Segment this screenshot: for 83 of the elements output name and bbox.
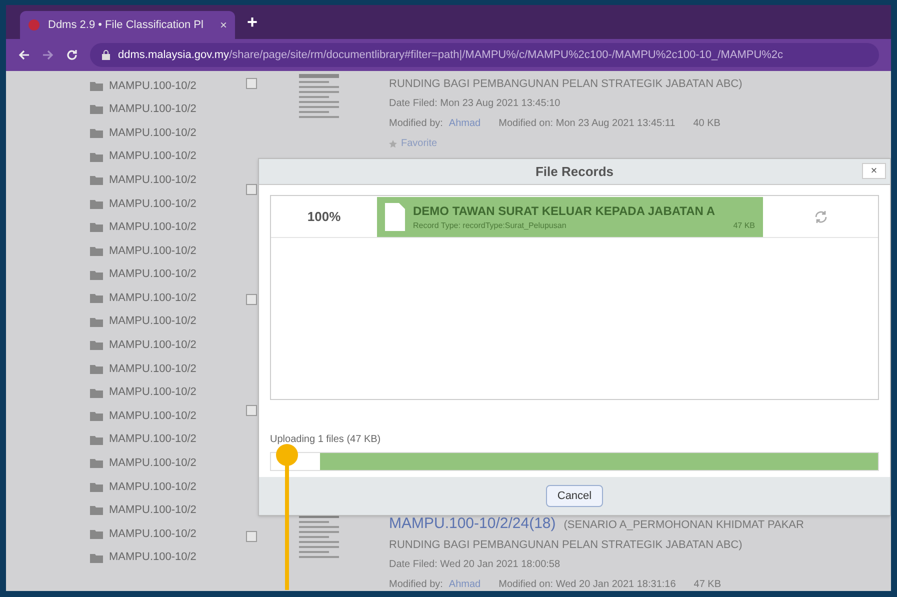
folder-item[interactable]: MAMPU.100-10/2 xyxy=(109,172,196,188)
folder-icon xyxy=(90,80,103,91)
folder-icon xyxy=(90,246,103,256)
user-link[interactable]: Ahmad xyxy=(448,114,481,134)
folder-item[interactable]: MAMPU.100-10/2 xyxy=(109,242,196,260)
folder-icon xyxy=(90,552,103,563)
lock-icon xyxy=(102,50,110,60)
upload-status: Uploading 1 files (47 KB) xyxy=(270,433,382,447)
file-size: 47 KB xyxy=(694,578,722,591)
modified-by-label: Modified by: xyxy=(389,578,443,591)
folder-item[interactable]: MAMPU.100-10/2 xyxy=(109,266,196,283)
record-title: (SENARIO A_PERMOHONAN KHIDMAT PAKAR xyxy=(564,518,804,533)
star-icon xyxy=(389,140,397,148)
folder-item[interactable]: MAMPU.100-10/2 xyxy=(109,384,196,401)
folder-item[interactable]: MAMPU.100-10/2 xyxy=(109,313,196,330)
folder-item[interactable]: MAMPU.100-10/2 xyxy=(109,219,196,236)
folder-icon xyxy=(90,364,103,374)
file-icon xyxy=(385,202,405,230)
record-type: Record Type: recordType:Surat_Pelupusan xyxy=(413,220,566,232)
upload-percent: 100% xyxy=(306,208,342,226)
browser-tab[interactable]: Ddms 2.9 • File Classification Pl × xyxy=(20,11,235,39)
folder-item[interactable]: MAMPU.100-10/2 xyxy=(109,502,196,519)
file-name: DEMO TAWAN SURAT KELUAR KEPADA JABATAN A xyxy=(413,202,716,220)
folder-item[interactable]: MAMPU.100-10/2 xyxy=(109,549,196,566)
folder-item[interactable]: MAMPU.100-10/2 xyxy=(109,408,196,424)
site-icon xyxy=(28,19,40,31)
folder-icon xyxy=(90,482,103,492)
user-link[interactable]: Ahmad xyxy=(448,575,481,591)
folder-icon xyxy=(90,340,103,350)
folder-item[interactable]: MAMPU.100-10/2 xyxy=(109,196,196,212)
folder-item[interactable]: MAMPU.100-10/2 xyxy=(109,78,196,94)
refresh-icon[interactable] xyxy=(814,210,828,224)
folder-icon xyxy=(90,458,103,468)
close-tab-button[interactable]: × xyxy=(220,16,227,34)
folder-icon xyxy=(90,175,103,186)
cancel-button[interactable]: Cancel xyxy=(546,485,603,507)
folder-item[interactable]: MAMPU.100-10/2 xyxy=(109,526,196,542)
new-tab-button[interactable]: + xyxy=(247,8,258,36)
checkbox[interactable] xyxy=(246,294,257,305)
record-link[interactable]: MAMPU.100-10/2/24(18) xyxy=(389,514,556,534)
folder-icon xyxy=(90,529,103,540)
folder-icon xyxy=(90,128,103,138)
close-button[interactable]: × xyxy=(862,163,886,179)
folder-icon xyxy=(90,411,103,422)
folder-icon xyxy=(90,198,103,209)
checkbox[interactable] xyxy=(246,531,257,542)
folder-item[interactable]: MAMPU.100-10/2 xyxy=(109,360,196,378)
url-text: ddms.malaysia.gov.my/share/page/site/rm/documentlibrary#filter=path|/MAMPU%/c/MAMPU%2c100-/MAMPU%2c100-10_/MAMPU%2c xyxy=(118,48,784,63)
checkbox[interactable] xyxy=(246,405,257,416)
date-filed: Date Filed: Wed 20 Jan 2021 18:00:58 xyxy=(389,558,562,572)
folder-icon xyxy=(90,152,103,162)
folder-icon xyxy=(90,104,103,114)
folder-icon xyxy=(90,434,103,445)
folder-icon xyxy=(90,505,103,516)
folder-icon xyxy=(90,388,103,398)
tab-title: Ddms 2.9 • File Classification Pl xyxy=(48,18,204,33)
address-bar[interactable]: ddms.malaysia.gov.my/share/page/site/rm/documentlibrary#filter=path|/MAMPU%/c/MAMPU%2c100-/MAMPU%2c100-10_/MAMPU%2c xyxy=(90,43,879,67)
folder-icon xyxy=(90,316,103,327)
back-icon[interactable] xyxy=(18,49,30,61)
folder-item[interactable]: MAMPU.100-10/2 xyxy=(109,337,196,354)
checkbox[interactable] xyxy=(246,184,257,195)
folder-item[interactable]: MAMPU.100-10/2 xyxy=(109,455,196,472)
folder-item[interactable]: MAMPU.100-10/2 xyxy=(109,148,196,165)
folder-item[interactable]: MAMPU.100-10/2 xyxy=(109,431,196,448)
modified-by-label: Modified by: xyxy=(389,117,443,131)
modified-on: Modified on: Wed 20 Jan 2021 18:31:16 xyxy=(498,578,676,591)
folder-item[interactable]: MAMPU.100-10/2 xyxy=(109,101,196,118)
file-size: 47 KB xyxy=(733,220,755,232)
record-title: RUNDING BAGI PEMBANGUNAN PELAN STRATEGIK JABATAN ABC) xyxy=(389,77,742,92)
folder-item[interactable]: MAMPU.100-10/2 xyxy=(109,290,196,306)
folder-icon xyxy=(90,222,103,232)
checkbox[interactable] xyxy=(246,78,257,89)
folder-item[interactable]: MAMPU.100-10/2 xyxy=(109,478,196,496)
date-filed: Date Filed: Mon 23 Aug 2021 13:45:10 xyxy=(389,97,562,111)
folder-item[interactable]: MAMPU.100-10/2 xyxy=(109,124,196,142)
folder-icon xyxy=(90,270,103,280)
record-title: RUNDING BAGI PEMBANGUNAN PELAN STRATEGIK JABATAN ABC) xyxy=(389,538,744,553)
modified-on: Modified on: Mon 23 Aug 2021 13:45:11 xyxy=(498,117,676,131)
reload-icon[interactable] xyxy=(66,49,78,61)
dialog-title: File Records xyxy=(535,162,614,181)
file-size: 40 KB xyxy=(693,117,720,131)
folder-icon xyxy=(90,293,103,304)
forward-icon[interactable] xyxy=(42,49,54,61)
